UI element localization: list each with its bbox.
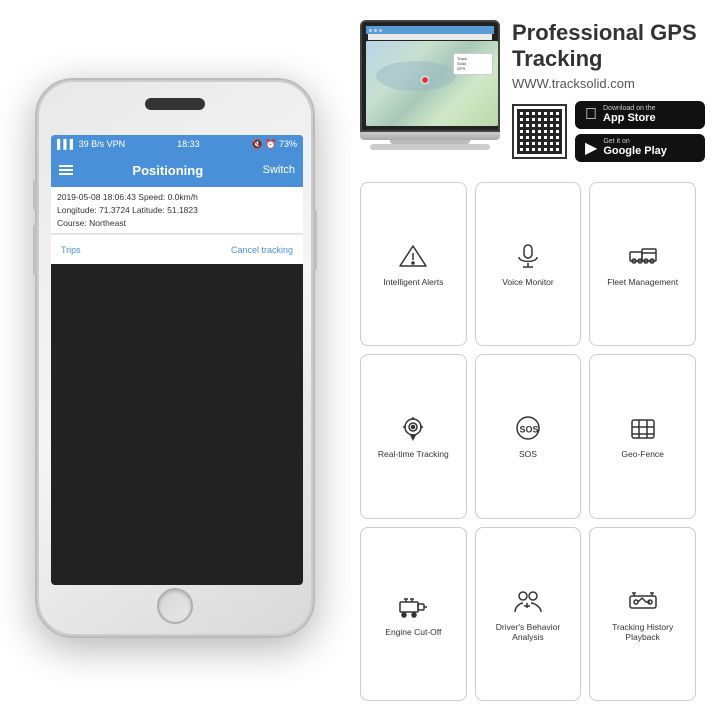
voice-monitor-label: Voice Monitor <box>502 277 554 287</box>
phone-shell: ▌▌▌ 39 B/s VPN 18:33 🔇 ⏰ 73% Positioning… <box>35 78 315 638</box>
feature-sos: SOS SOS <box>475 354 582 518</box>
right-panel: TrackSolidGPS Professional GPS Tracking … <box>350 0 716 716</box>
clock: 18:33 <box>177 139 200 149</box>
sos-icon: SOS <box>513 415 543 445</box>
feature-fleet-management: Fleet Management <box>589 182 696 346</box>
qr-inner <box>517 109 562 154</box>
phone-screen: ▌▌▌ 39 B/s VPN 18:33 🔇 ⏰ 73% Positioning… <box>51 135 303 585</box>
laptop-mockup: TrackSolidGPS <box>360 20 500 150</box>
download-on-label: Download on the <box>603 105 656 112</box>
volume-buttons <box>33 225 37 275</box>
laptop-base <box>360 132 500 140</box>
feature-geo-fence: Geo-Fence <box>589 354 696 518</box>
feature-drivers-behavior: Driver's Behavior Analysis <box>475 527 582 701</box>
apple-icon:  <box>585 106 597 124</box>
store-area:  Download on the App Store ▶ Get it on <box>512 101 705 162</box>
engine-icon <box>398 593 428 623</box>
status-bar: ▌▌▌ 39 B/s VPN 18:33 🔇 ⏰ 73% <box>51 135 303 153</box>
feature-voice-monitor: Voice Monitor <box>475 182 582 346</box>
nav-title: Positioning <box>132 163 203 178</box>
google-play-button[interactable]: ▶ Get it on Google Play <box>575 134 705 162</box>
realtime-tracking-label: Real-time Tracking <box>378 449 449 459</box>
microphone-icon <box>513 243 543 273</box>
laptop-map: TrackSolidGPS <box>366 41 498 126</box>
volume-mute-button <box>33 180 37 210</box>
store-row:  Download on the App Store ▶ Get it on <box>512 101 705 162</box>
signal-info: ▌▌▌ 39 B/s VPN <box>57 139 125 149</box>
brand-url: WWW.tracksolid.com <box>512 76 705 91</box>
qr-code <box>512 104 567 159</box>
laptop-base-bottom <box>370 144 490 150</box>
svg-text:SOS: SOS <box>519 425 538 435</box>
phone-camera <box>145 98 205 110</box>
feature-realtime-tracking: Real-time Tracking <box>360 354 467 518</box>
laptop-url-bar <box>368 34 492 40</box>
switch-button[interactable]: Switch <box>263 164 295 176</box>
fleet-management-label: Fleet Management <box>607 277 678 287</box>
battery-icons: 🔇 ⏰ 73% <box>252 139 297 150</box>
fleet-icon <box>628 243 658 273</box>
tracking-history-label: Tracking History Playback <box>594 622 691 642</box>
google-play-text: Get it on Google Play <box>603 138 667 158</box>
power-button <box>313 210 317 270</box>
sos-label: SOS <box>519 449 537 459</box>
nav-bar: Positioning Switch <box>51 153 303 187</box>
get-it-on-label: Get it on <box>603 138 667 145</box>
laptop-map-view: TrackSolidGPS <box>366 41 498 126</box>
drivers-behavior-label: Driver's Behavior Analysis <box>480 622 577 642</box>
laptop-map-popup: TrackSolidGPS <box>453 53 493 75</box>
feature-intelligent-alerts: Intelligent Alerts <box>360 182 467 346</box>
features-grid: Intelligent Alerts Voice Monitor <box>360 182 696 701</box>
behavior-icon <box>513 588 543 618</box>
trips-link[interactable]: Trips <box>61 245 81 255</box>
hamburger-menu-icon[interactable] <box>59 165 73 175</box>
laptop-screen: TrackSolidGPS <box>360 20 500 132</box>
geo-fence-label: Geo-Fence <box>621 449 664 459</box>
intelligent-alerts-label: Intelligent Alerts <box>383 277 443 287</box>
gps-info-bar: 2019-05-08 18:06:43 Speed: 0.0km/h Longi… <box>51 187 303 234</box>
left-panel: ▌▌▌ 39 B/s VPN 18:33 🔇 ⏰ 73% Positioning… <box>0 0 350 716</box>
info-line3: Course: Northeast <box>57 217 297 230</box>
laptop-map-pin <box>421 76 429 84</box>
alert-icon <box>398 243 428 273</box>
feature-engine-cutoff: Engine Cut-Off <box>360 527 467 701</box>
history-icon <box>628 588 658 618</box>
laptop-area: TrackSolidGPS Professional GPS Tracking … <box>360 20 696 172</box>
play-store-icon: ▶ <box>585 138 597 158</box>
phone-mockup: ▌▌▌ 39 B/s VPN 18:33 🔇 ⏰ 73% Positioning… <box>35 78 315 638</box>
app-store-text: Download on the App Store <box>603 105 656 125</box>
geofence-icon <box>628 415 658 445</box>
app-store-label: App Store <box>603 112 656 125</box>
brand-title: Professional GPS Tracking <box>512 20 705 73</box>
feature-tracking-history: Tracking History Playback <box>589 527 696 701</box>
engine-cutoff-label: Engine Cut-Off <box>385 627 441 637</box>
app-store-button[interactable]:  Download on the App Store <box>575 101 705 129</box>
map-bottom-bar: Trips Cancel tracking <box>51 234 303 264</box>
cancel-tracking-button[interactable]: Cancel tracking <box>231 245 293 255</box>
info-line2: Longitude: 71.3724 Latitude: 51.1823 <box>57 204 297 217</box>
store-buttons:  Download on the App Store ▶ Get it on <box>575 101 705 162</box>
info-line1: 2019-05-08 18:06:43 Speed: 0.0km/h <box>57 191 297 204</box>
home-button[interactable] <box>157 588 193 624</box>
tracking-icon <box>398 415 428 445</box>
brand-area: Professional GPS Tracking WWW.tracksolid… <box>512 20 705 172</box>
laptop-topbar <box>366 26 494 34</box>
google-play-label: Google Play <box>603 145 667 158</box>
